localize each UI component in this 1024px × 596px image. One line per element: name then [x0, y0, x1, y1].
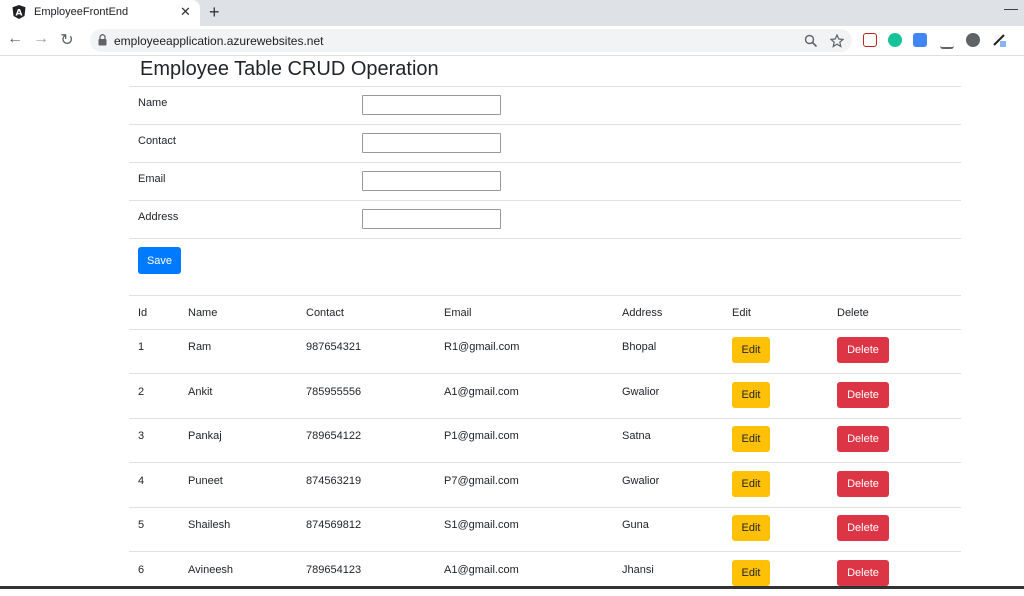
edit-button[interactable]: Edit	[732, 515, 770, 541]
cell-address: Satna	[622, 430, 651, 442]
cell-email: A1@gmail.com	[444, 564, 519, 576]
table-row: 2 Ankit 785955556 A1@gmail.com Gwalior E…	[129, 374, 961, 419]
header-edit: Edit	[732, 307, 751, 319]
extension-pocket-icon[interactable]	[863, 33, 877, 47]
cell-email: P1@gmail.com	[444, 430, 519, 442]
address-input[interactable]	[362, 209, 501, 229]
delete-button[interactable]: Delete	[837, 471, 889, 497]
cell-contact: 789654122	[306, 430, 362, 442]
delete-button[interactable]: Delete	[837, 337, 889, 363]
header-email: Email	[444, 307, 472, 319]
delete-button[interactable]: Delete	[837, 426, 889, 452]
delete-button[interactable]: Delete	[837, 382, 889, 408]
header-id: Id	[138, 307, 148, 319]
back-icon[interactable]: ←	[5, 30, 25, 48]
table-row: 5 Shailesh 874569812 S1@gmail.com Guna E…	[129, 507, 961, 552]
url-text: employeeapplication.azurewebsites.net	[114, 34, 324, 48]
page-title: Employee Table CRUD Operation	[140, 58, 439, 80]
edit-button[interactable]: Edit	[732, 382, 770, 408]
star-icon[interactable]	[830, 34, 844, 48]
browser-toolbar: ← → ↻ employeeapplication.azurewebsites.…	[0, 26, 1024, 56]
cell-id: 2	[138, 386, 145, 398]
cell-id: 1	[138, 341, 145, 353]
cell-contact: 987654321	[306, 341, 362, 353]
header-delete: Delete	[837, 307, 869, 319]
cell-contact: 874569812	[306, 519, 362, 531]
table-row: 1 Ram 987654321 R1@gmail.com Bhopal Edit…	[129, 329, 961, 374]
cell-id: 3	[138, 430, 145, 442]
cell-email: R1@gmail.com	[444, 341, 520, 353]
edit-button[interactable]: Edit	[732, 426, 770, 452]
form-row-contact: Contact	[129, 124, 961, 163]
cell-email: S1@gmail.com	[444, 519, 519, 531]
extension-stats-icon[interactable]	[940, 33, 954, 49]
tab-title: EmployeeFrontEnd	[34, 6, 129, 18]
edit-button[interactable]: Edit	[732, 337, 770, 363]
cell-id: 4	[138, 475, 145, 487]
tab-strip: A EmployeeFrontEnd ✕ + —	[0, 0, 1024, 26]
edit-button[interactable]: Edit	[732, 560, 770, 586]
cell-email: A1@gmail.com	[444, 386, 519, 398]
cell-address: Guna	[622, 519, 649, 531]
email-input[interactable]	[362, 171, 501, 191]
cell-address: Jhansi	[622, 564, 654, 576]
address-label: Address	[138, 211, 179, 223]
contact-label: Contact	[138, 135, 176, 147]
svg-text:A: A	[16, 9, 23, 19]
cell-name: Pankaj	[188, 430, 222, 442]
delete-button[interactable]: Delete	[837, 560, 889, 586]
name-input[interactable]	[362, 95, 501, 115]
cell-name: Puneet	[188, 475, 223, 487]
zoom-icon[interactable]	[804, 34, 818, 48]
forward-icon[interactable]: →	[31, 30, 51, 48]
lock-icon	[98, 34, 107, 46]
edit-button[interactable]: Edit	[732, 471, 770, 497]
form-row-address: Address	[129, 200, 961, 239]
cell-name: Ram	[188, 341, 212, 353]
header-contact: Contact	[306, 307, 344, 319]
save-button[interactable]: Save	[138, 247, 181, 274]
contact-input[interactable]	[362, 133, 501, 153]
angular-icon: A	[12, 5, 26, 19]
table-header: Id Name Contact Email Address Edit Delet…	[129, 295, 961, 330]
cell-address: Bhopal	[622, 341, 657, 353]
minimize-icon[interactable]: —	[1004, 0, 1018, 16]
form-row-email: Email	[129, 162, 961, 201]
extension-translate-icon[interactable]	[913, 33, 927, 47]
reload-icon[interactable]: ↻	[57, 30, 77, 50]
cell-email: P7@gmail.com	[444, 475, 519, 487]
cell-id: 6	[138, 564, 145, 576]
close-tab-icon[interactable]: ✕	[180, 4, 191, 20]
save-row: Save	[129, 238, 961, 296]
name-label: Name	[138, 97, 168, 109]
header-address: Address	[622, 307, 663, 319]
cell-name: Ankit	[188, 386, 213, 398]
cell-address: Gwalior	[622, 386, 660, 398]
cell-name: Avineesh	[188, 564, 234, 576]
cell-contact: 874563219	[306, 475, 362, 487]
cell-contact: 789654123	[306, 564, 362, 576]
extension-circle-icon[interactable]	[966, 33, 980, 47]
delete-button[interactable]: Delete	[837, 515, 889, 541]
extension-pen-icon[interactable]	[992, 33, 1006, 47]
table-row: 4 Puneet 874563219 P7@gmail.com Gwalior …	[129, 463, 961, 508]
browser-tab[interactable]: A EmployeeFrontEnd ✕	[0, 0, 200, 26]
new-tab-icon[interactable]: +	[209, 2, 220, 23]
cell-id: 5	[138, 519, 145, 531]
table-row: 6 Avineesh 789654123 A1@gmail.com Jhansi…	[129, 552, 961, 596]
form-row-name: Name	[129, 86, 961, 125]
cell-address: Gwalior	[622, 475, 660, 487]
table-row: 3 Pankaj 789654122 P1@gmail.com Satna Ed…	[129, 418, 961, 463]
cell-name: Shailesh	[188, 519, 231, 531]
email-label: Email	[138, 173, 166, 185]
header-name: Name	[188, 307, 218, 319]
cell-contact: 785955556	[306, 386, 362, 398]
address-bar[interactable]: employeeapplication.azurewebsites.net	[90, 29, 852, 52]
extension-grammarly-icon[interactable]	[888, 33, 902, 47]
